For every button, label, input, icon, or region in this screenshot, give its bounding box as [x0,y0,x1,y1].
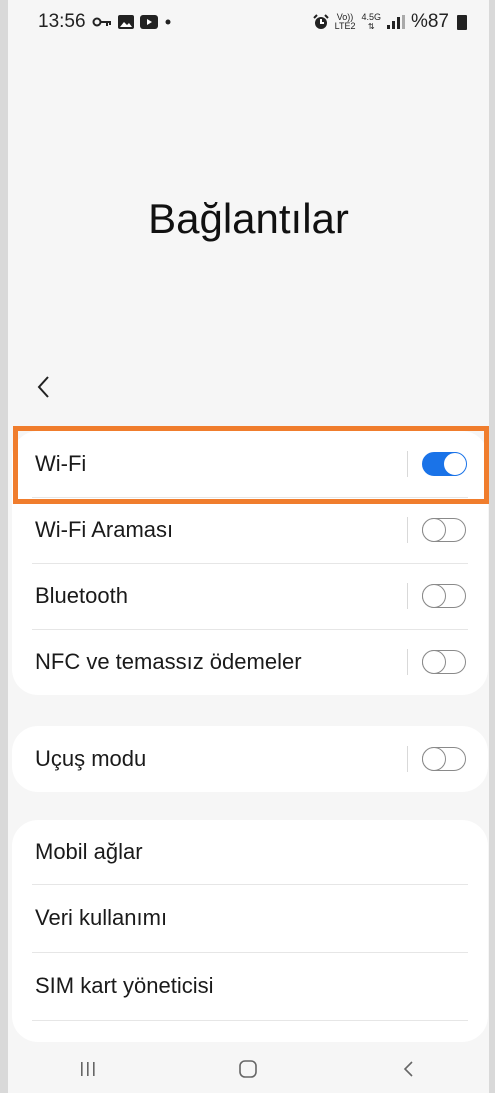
toggle-wrap [407,629,466,695]
row-sim-manager[interactable]: SIM kart yöneticisi [12,952,488,1020]
row-label: Mobil ağlar [35,839,143,864]
toggle-wrap [407,726,466,792]
divider [407,517,408,543]
row-data-usage[interactable]: Veri kullanımı [12,884,488,952]
row-label: Wi-Fi [35,451,87,476]
volte-icon: Vo)) LTE2 [335,13,356,31]
row-label: Uçuş modu [35,746,147,771]
airplane-mode-toggle[interactable] [421,746,466,771]
settings-group-airplane: Uçuş modu [12,726,488,792]
navigation-bar [8,1045,489,1093]
signal-icon [386,15,405,29]
row-wifi-calling[interactable]: Wi-Fi Araması [12,497,488,563]
device-frame-left [0,0,8,1093]
toggle-knob [421,649,446,674]
battery-percent: %87 [410,11,449,32]
volte-label-bottom: LTE2 [334,21,356,31]
row-label: Bluetooth [35,583,128,608]
back-button[interactable] [34,371,64,407]
home-button[interactable] [218,1049,278,1089]
network-type-label: 4.5G [361,12,381,22]
row-next-partial [12,1020,488,1042]
page-title: Bağlantılar [148,195,349,242]
bluetooth-toggle[interactable] [421,583,466,608]
status-bar: 13:56 Vo)) LTE2 4.5G ⇅ %87 [8,0,489,44]
settings-group-connectivity: Wi-Fi Wi-Fi Araması Bluetooth NFC ve tem… [12,431,488,695]
row-label: SIM kart yöneticisi [35,973,214,998]
row-label: Wi-Fi Araması [35,517,174,542]
chevron-left-icon [37,376,49,398]
nfc-toggle[interactable] [421,649,466,674]
settings-group-mobile: Mobil ağlar Veri kullanımı SIM kart yöne… [12,820,488,1042]
divider [407,649,408,675]
key-icon [92,16,112,28]
back-icon [403,1061,413,1077]
row-wifi[interactable]: Wi-Fi [12,431,488,497]
row-label: Veri kullanımı [35,905,168,930]
row-label: NFC ve temassız ödemeler [35,649,302,674]
toggle-knob [442,451,467,476]
divider [407,451,408,477]
toggle-knob [421,746,446,771]
youtube-icon [139,15,158,29]
row-bluetooth[interactable]: Bluetooth [12,563,488,629]
divider [407,583,408,609]
toggle-wrap [407,497,466,563]
status-right: Vo)) LTE2 4.5G ⇅ %87 [312,11,467,33]
nav-back-button[interactable] [379,1049,439,1089]
row-airplane-mode[interactable]: Uçuş modu [12,726,488,792]
toggle-wrap [407,431,467,497]
home-icon [239,1060,258,1078]
recent-apps-button[interactable] [58,1049,118,1089]
row-mobile-networks[interactable]: Mobil ağlar [12,820,488,884]
divider [407,746,408,772]
image-icon [117,15,134,29]
alarm-icon [312,14,329,30]
network-type-icon: 4.5G ⇅ [361,12,381,32]
wifi-calling-toggle[interactable] [421,517,466,542]
toggle-knob [421,583,446,608]
status-time: 13:56 [38,11,86,32]
recent-apps-icon [81,1062,95,1076]
status-left: 13:56 [38,11,172,33]
row-nfc[interactable]: NFC ve temassız ödemeler [12,629,488,695]
toggle-wrap [407,563,466,629]
device-frame-right [489,0,495,1093]
dot-icon [164,18,172,26]
toggle-knob [421,517,446,542]
wifi-toggle[interactable] [422,451,467,476]
battery-icon [457,14,467,30]
